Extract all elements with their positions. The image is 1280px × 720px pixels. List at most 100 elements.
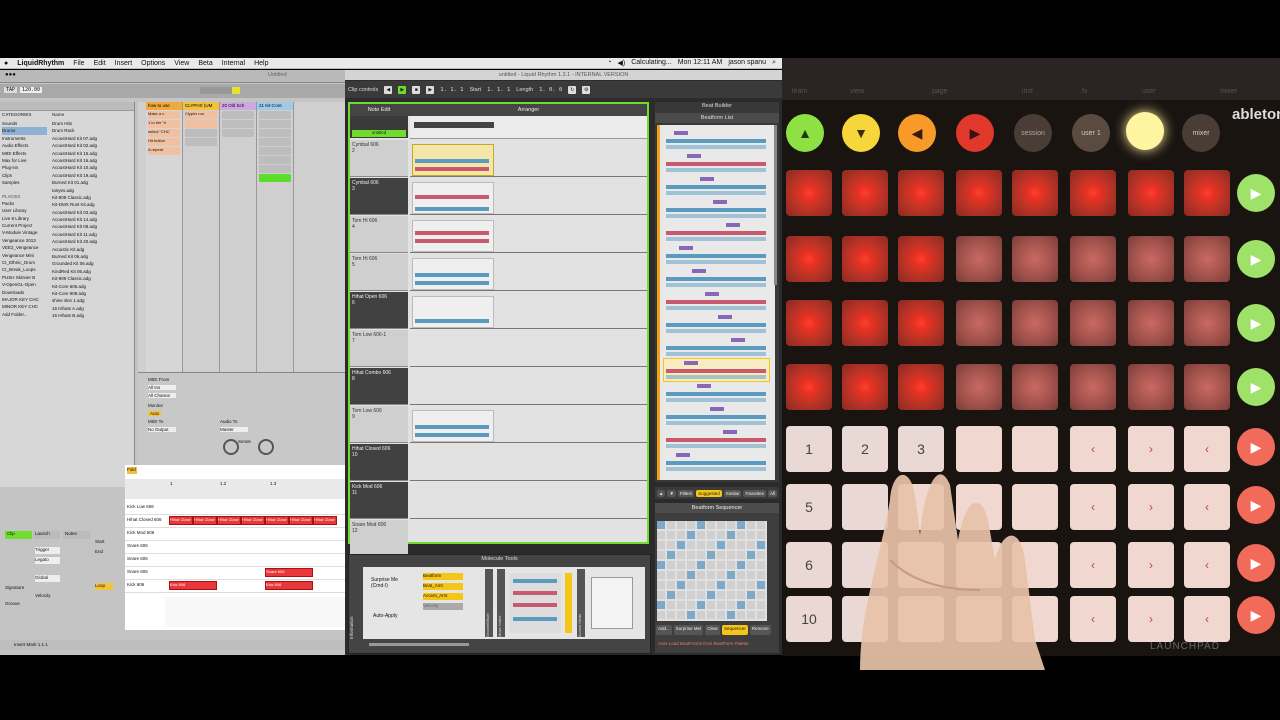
clip-slot[interactable] bbox=[222, 120, 254, 128]
place-item[interactable]: Vengeance Mini bbox=[2, 252, 47, 259]
sequencer-cell[interactable] bbox=[737, 561, 745, 569]
menu-help[interactable]: Help bbox=[254, 60, 268, 67]
sequencer-cell[interactable] bbox=[757, 611, 765, 619]
beatform-clip[interactable] bbox=[412, 182, 494, 214]
browser-file-item[interactable]: Kit-DMX Rust Kit.adg bbox=[52, 201, 130, 208]
launchpad-pad[interactable] bbox=[956, 170, 1002, 216]
sequencer-cell[interactable] bbox=[687, 541, 695, 549]
sequencer-cell[interactable] bbox=[667, 521, 675, 529]
track-header[interactable]: Snare Mod 606 12 bbox=[350, 520, 408, 557]
audio-to-select[interactable]: Master bbox=[220, 427, 248, 432]
clip-slot[interactable] bbox=[259, 138, 291, 146]
sequencer-cell[interactable] bbox=[677, 581, 685, 589]
sequencer-cell[interactable] bbox=[717, 541, 725, 549]
launchpad-pad[interactable] bbox=[1070, 236, 1116, 282]
sequencer-cell[interactable] bbox=[727, 531, 735, 539]
user1-button[interactable]: user 1 bbox=[1072, 114, 1110, 152]
velocity-editor[interactable] bbox=[165, 597, 345, 627]
midi-note[interactable]: Hihat Close bbox=[217, 516, 241, 525]
sequencer-cell[interactable] bbox=[657, 591, 665, 599]
browser-file-item[interactable]: AcoustHard Kit 08.adg bbox=[52, 223, 130, 230]
sequencer-cell[interactable] bbox=[707, 611, 715, 619]
sequencer-cell[interactable] bbox=[747, 611, 755, 619]
browser-file-item[interactable]: Kit-808 Classic.adg bbox=[52, 194, 130, 201]
sequencer-cell[interactable] bbox=[667, 571, 675, 579]
filter-similar[interactable]: Similar bbox=[723, 489, 742, 497]
side-tab-information[interactable]: Information bbox=[349, 567, 361, 639]
sequencer-cell[interactable] bbox=[657, 531, 665, 539]
beatform-pattern[interactable] bbox=[664, 290, 769, 312]
filter-up-icon[interactable]: ▲ bbox=[657, 489, 666, 497]
launchpad-pad[interactable] bbox=[786, 364, 832, 410]
place-item[interactable]: VEE2_Vengeance bbox=[2, 244, 47, 251]
browser-file-item[interactable]: AcoustHard Kit 19.adg bbox=[52, 172, 130, 179]
sequencer-cell[interactable] bbox=[737, 531, 745, 539]
place-item[interactable]: MAJOR KEY CHC bbox=[2, 296, 47, 303]
side-tab-accent-mode[interactable]: Accent Mode bbox=[577, 569, 585, 637]
sequencer-cell[interactable] bbox=[657, 601, 665, 609]
track-lane[interactable] bbox=[410, 368, 647, 405]
browser-file-item[interactable]: AcoustHard Kit 16.adg bbox=[52, 157, 130, 164]
sequencer-cell[interactable] bbox=[697, 521, 705, 529]
project-name[interactable]: untitled bbox=[352, 130, 406, 137]
launchpad-pad[interactable] bbox=[898, 170, 944, 216]
launchpad-pad[interactable]: › bbox=[1128, 596, 1174, 642]
browser-file-item[interactable]: AcoustHard Kit 03.adg bbox=[52, 209, 130, 216]
play-icon[interactable]: ▶ bbox=[398, 85, 407, 94]
sequencer-cell[interactable] bbox=[737, 521, 745, 529]
stop-icon[interactable]: ■ bbox=[412, 85, 421, 94]
launchpad-pad[interactable] bbox=[898, 300, 944, 346]
sequencer-cell[interactable] bbox=[697, 601, 705, 609]
velocity-param[interactable]: Velocity bbox=[423, 603, 463, 610]
sequencer-cell[interactable] bbox=[657, 541, 665, 549]
sequencer-cell[interactable] bbox=[757, 541, 765, 549]
send-knob[interactable] bbox=[258, 439, 274, 455]
place-item[interactable]: User Library bbox=[2, 207, 47, 214]
sequencer-cell[interactable] bbox=[737, 601, 745, 609]
beatform-clip[interactable] bbox=[412, 258, 494, 290]
place-item[interactable]: CI_Ethnic_Drum bbox=[2, 259, 47, 266]
beatform-pattern[interactable] bbox=[664, 152, 769, 174]
clip-tab[interactable]: Clip bbox=[5, 531, 32, 539]
midi-from-select[interactable]: All Ins bbox=[148, 385, 176, 390]
sequencer-cell[interactable] bbox=[687, 601, 695, 609]
menu-insert[interactable]: Insert bbox=[115, 60, 133, 67]
launchpad-pad[interactable]: ‹ bbox=[1184, 596, 1230, 642]
clip-slot[interactable] bbox=[259, 165, 291, 173]
sequencer-cell[interactable] bbox=[677, 551, 685, 559]
midi-lane[interactable]: Snare 606 bbox=[125, 540, 345, 554]
scene-launch-button[interactable]: ▶ bbox=[1237, 368, 1275, 406]
launchpad-pad[interactable] bbox=[1012, 170, 1058, 216]
browser-file-item[interactable]: Kit-909 Classic.adg bbox=[52, 275, 130, 282]
scene-launch-button[interactable]: ▶ bbox=[1237, 174, 1275, 212]
menu-edit[interactable]: Edit bbox=[94, 60, 106, 67]
sequencer-cell[interactable] bbox=[697, 581, 705, 589]
clip-slot[interactable] bbox=[222, 111, 254, 119]
launch-mode-select[interactable]: Trigger bbox=[35, 547, 60, 554]
window-controls[interactable]: ●●● bbox=[5, 72, 16, 78]
launchpad-pad[interactable]: ‹ bbox=[1184, 542, 1230, 588]
sequencer-cell[interactable] bbox=[667, 561, 675, 569]
browser-file-item[interactable]: shine skin 1.adg bbox=[52, 297, 130, 304]
sequencer-cell[interactable] bbox=[667, 601, 675, 609]
beatform-pattern[interactable] bbox=[664, 336, 769, 358]
track-lane[interactable] bbox=[410, 178, 647, 215]
settings-icon[interactable]: ⚙ bbox=[582, 85, 591, 94]
sequencer-cell[interactable] bbox=[727, 561, 735, 569]
launchpad-pad[interactable]: › bbox=[1128, 426, 1174, 472]
sequencer-cell[interactable] bbox=[757, 521, 765, 529]
wifi-icon[interactable]: ◔ bbox=[607, 59, 611, 67]
track-header[interactable]: how to use bbox=[146, 102, 182, 110]
sequencer-cell[interactable] bbox=[717, 601, 725, 609]
sequencer-cell[interactable] bbox=[707, 591, 715, 599]
left-arrow-button[interactable]: ◀ bbox=[898, 114, 936, 152]
launchpad-pad[interactable] bbox=[1184, 300, 1230, 346]
menu-options[interactable]: Options bbox=[141, 60, 165, 67]
user2-button[interactable] bbox=[1126, 112, 1164, 150]
fold-button[interactable]: Fold bbox=[127, 467, 137, 474]
midi-note[interactable]: Hihat Close bbox=[193, 516, 217, 525]
midi-note[interactable]: Kick 606 bbox=[265, 581, 313, 590]
launchpad-pad[interactable] bbox=[1128, 236, 1174, 282]
launchpad-pad[interactable] bbox=[1128, 170, 1174, 216]
notes-tab[interactable]: Notes bbox=[63, 531, 90, 539]
